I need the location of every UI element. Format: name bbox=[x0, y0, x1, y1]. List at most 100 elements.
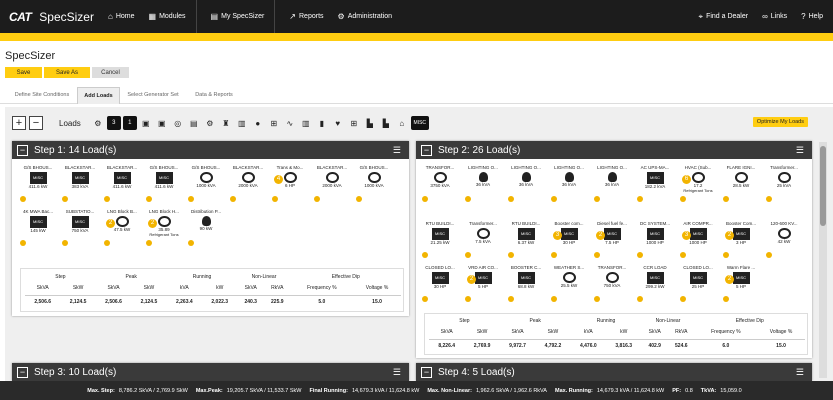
building2-icon[interactable]: ▙ bbox=[379, 116, 393, 130]
nav-item-help[interactable]: ? Help bbox=[801, 12, 823, 21]
gear-icon[interactable] bbox=[422, 296, 428, 302]
load-tile[interactable]: TRANSFOR... 3750 kVA bbox=[420, 165, 460, 205]
gear-icon[interactable] bbox=[551, 196, 557, 202]
gear-icon[interactable] bbox=[146, 240, 152, 246]
load-tile[interactable]: 4K MWA Bac... MISC 145 kW bbox=[18, 209, 58, 249]
gear-icon[interactable] bbox=[314, 196, 320, 202]
gear-icon[interactable] bbox=[723, 296, 729, 302]
scrollbar-thumb[interactable] bbox=[820, 146, 826, 226]
hamburger-menu-icon[interactable]: ☰ bbox=[393, 367, 401, 378]
load-tile[interactable]: CCR LOAD MISC 299.2 kW bbox=[635, 265, 675, 305]
house-icon[interactable]: ⌂ bbox=[395, 116, 409, 130]
load-tile[interactable]: CLOSED LO... MISC 25 HP bbox=[678, 265, 718, 305]
hamburger-menu-icon[interactable]: ☰ bbox=[796, 145, 804, 156]
gear-icon[interactable] bbox=[594, 252, 600, 258]
load-tile[interactable]: TRANSFOR... 750 kVA bbox=[592, 265, 632, 305]
load-tile[interactable]: Trans & Mo... 6 HP 4 bbox=[270, 165, 310, 205]
gear-icon[interactable] bbox=[104, 240, 110, 246]
gear-icon[interactable] bbox=[766, 252, 772, 258]
ups2-icon[interactable]: ▣ bbox=[155, 116, 169, 130]
load-tile[interactable]: VRD AIR CO... MISC 5 HP 2 bbox=[463, 265, 503, 305]
xray-icon[interactable]: ▤ bbox=[187, 116, 201, 130]
vertical-scrollbar[interactable] bbox=[819, 142, 827, 378]
save-as-button[interactable]: Save As bbox=[44, 67, 90, 78]
nav-item-modules[interactable]: ▦ Modules bbox=[149, 12, 186, 21]
gear-icon[interactable] bbox=[723, 252, 729, 258]
3-icon[interactable]: 3 bbox=[106, 116, 121, 130]
ups-icon[interactable]: ▣ bbox=[139, 116, 153, 130]
gear-icon[interactable] bbox=[230, 196, 236, 202]
load-tile[interactable]: AC UPS-MA... MISC 182.2 kVA bbox=[635, 165, 675, 205]
ac-icon[interactable]: ⊞ bbox=[267, 116, 281, 130]
gear-icon[interactable] bbox=[723, 196, 729, 202]
motor-icon[interactable]: ⚙ bbox=[91, 116, 105, 130]
expand-all-button[interactable]: + bbox=[12, 116, 26, 130]
gear-icon[interactable] bbox=[594, 296, 600, 302]
nav-item-links[interactable]: ∞ Links bbox=[762, 12, 787, 21]
load-tile[interactable]: Distribution P... 90 kW bbox=[186, 209, 226, 249]
collapse-step-button[interactable]: − bbox=[421, 144, 432, 156]
gear-icon[interactable] bbox=[422, 252, 428, 258]
load-tile[interactable]: G/S BHOUS... MISC 411.6 kW bbox=[18, 165, 58, 205]
load-tile[interactable]: Warm Flare ... MISC 5 HP 2 bbox=[721, 265, 761, 305]
load-tile[interactable]: LIGHTING O... 36 kVA bbox=[592, 165, 632, 205]
tab-select-generator-set[interactable]: Select Generator Set bbox=[124, 87, 182, 104]
load-tile[interactable]: RTU BUILDI... MISC 21.25 kW bbox=[420, 221, 460, 261]
load-tile[interactable]: HVAC (Sub... 17.2 Refrigerant Tons 6 bbox=[678, 165, 718, 205]
gear-icon[interactable] bbox=[551, 296, 557, 302]
charger-icon[interactable]: ▮ bbox=[315, 116, 329, 130]
gear-icon[interactable] bbox=[20, 240, 26, 246]
nav-item-home[interactable]: ⌂ Home bbox=[108, 12, 135, 21]
gear-icon[interactable] bbox=[465, 252, 471, 258]
load-tile[interactable]: Booster Com... MISC 3 HP 2 bbox=[721, 221, 761, 261]
load-tile[interactable]: BLACKSTAR... MISC 411.6 kW bbox=[102, 165, 142, 205]
gear-icon[interactable] bbox=[680, 252, 686, 258]
gear-icon[interactable] bbox=[766, 196, 772, 202]
step-header[interactable]: − Step 1: 14 Load(s) ☰ bbox=[12, 141, 409, 159]
gear-icon[interactable] bbox=[637, 296, 643, 302]
gear-icon[interactable] bbox=[508, 296, 514, 302]
tab-add-loads[interactable]: Add Loads bbox=[77, 87, 120, 104]
gear-icon[interactable] bbox=[465, 296, 471, 302]
load-tile[interactable]: G/S BHOUS... MISC 411.6 kW bbox=[144, 165, 184, 205]
gear-icon[interactable] bbox=[272, 196, 278, 202]
load-tile[interactable]: LNG Block H... 35.89 Refrigerant Tons 2 bbox=[144, 209, 184, 249]
nav-item-my-specsizer[interactable]: ▤ My SpecSizer bbox=[211, 12, 265, 21]
gear-icon[interactable] bbox=[551, 252, 557, 258]
load-tile[interactable]: G/S BHOUS... 1000 kVA bbox=[354, 165, 394, 205]
collapse-all-button[interactable]: − bbox=[29, 116, 43, 130]
gear-icon[interactable] bbox=[188, 196, 194, 202]
load-tile[interactable]: 120-600 KV... 42 kW bbox=[764, 221, 804, 261]
welder-icon[interactable]: ▥ bbox=[299, 116, 313, 130]
rectifier-icon[interactable]: ▥ bbox=[235, 116, 249, 130]
gear2-icon[interactable]: ⚙ bbox=[203, 116, 217, 130]
load-tile[interactable]: SUBSTATIO... MISC 750 kVA bbox=[60, 209, 100, 249]
wave-icon[interactable]: ∿ bbox=[283, 116, 297, 130]
load-tile[interactable]: FLARE IGNI... 28.5 kW bbox=[721, 165, 761, 205]
load-tile[interactable]: BLACKSTAR... 2000 kVA bbox=[312, 165, 352, 205]
building-icon[interactable]: ▙ bbox=[363, 116, 377, 130]
1-icon[interactable]: 1 bbox=[122, 116, 137, 130]
load-tile[interactable]: CLOSED LO... MISC 30 HP bbox=[420, 265, 460, 305]
load-tile[interactable]: BOOSTER C... MISC 68.8 kW bbox=[506, 265, 546, 305]
gear-icon[interactable] bbox=[465, 196, 471, 202]
gear-icon[interactable] bbox=[594, 196, 600, 202]
gear-icon[interactable] bbox=[104, 196, 110, 202]
load-tile[interactable]: Transformer... 7.5 kVA bbox=[463, 221, 503, 261]
load-tile[interactable]: DC SYSTEM... MISC 1000 HP bbox=[635, 221, 675, 261]
gear-icon[interactable] bbox=[680, 296, 686, 302]
load-tile[interactable]: BLACKSTAR... 2000 kVA bbox=[228, 165, 268, 205]
gear-icon[interactable] bbox=[637, 252, 643, 258]
load-tile[interactable]: Booster com... MISC 30 HP 3 bbox=[549, 221, 589, 261]
cat-logo[interactable]: CAT bbox=[9, 10, 32, 24]
heart-icon[interactable]: ♥ bbox=[331, 116, 345, 130]
gear-icon[interactable] bbox=[62, 240, 68, 246]
nav-item-reports[interactable]: ↗ Reports bbox=[289, 12, 323, 21]
optimize-my-loads-button[interactable]: Optimize My Loads bbox=[752, 117, 808, 127]
hvac-icon[interactable]: ⊞ bbox=[347, 116, 361, 130]
gear-icon[interactable] bbox=[146, 196, 152, 202]
gear-icon[interactable] bbox=[62, 196, 68, 202]
gear-icon[interactable] bbox=[422, 196, 428, 202]
load-tile[interactable]: BLACKSTAR... MISC 383 kVA bbox=[60, 165, 100, 205]
load-tile[interactable]: LIGHTING O... 36 kVA bbox=[549, 165, 589, 205]
